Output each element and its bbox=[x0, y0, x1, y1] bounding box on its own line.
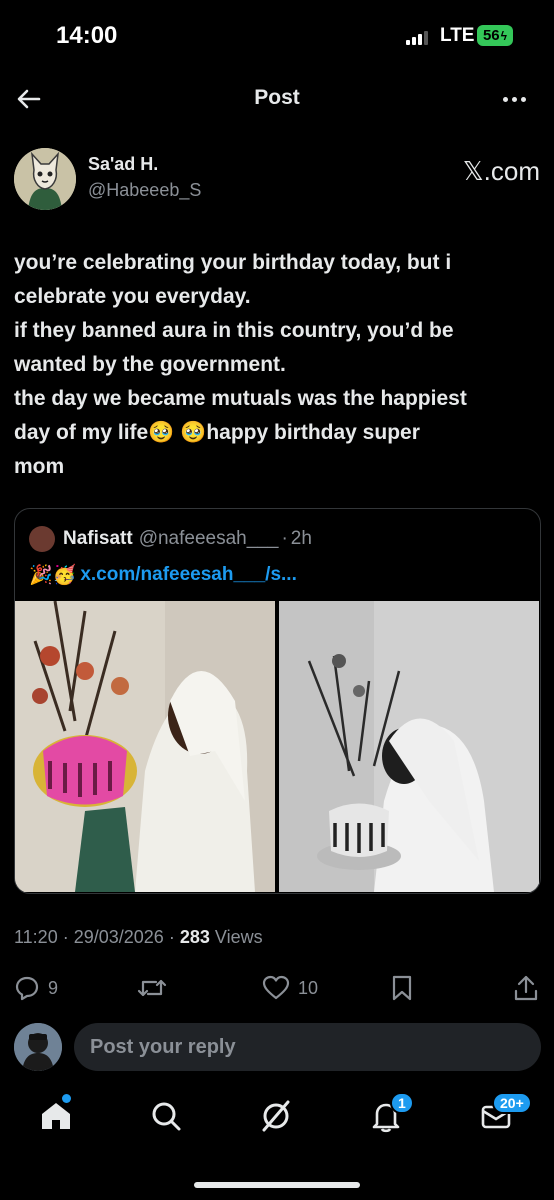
tab-home[interactable] bbox=[38, 1094, 74, 1134]
quoted-post-time: 2h bbox=[290, 528, 312, 549]
post-text: you’re celebrating your birthday today, … bbox=[14, 246, 544, 484]
like-button[interactable]: 10 bbox=[262, 974, 318, 1002]
photo-grayscale[interactable] bbox=[279, 601, 539, 892]
page-title: Post bbox=[254, 86, 300, 109]
battery-icon: 56 ϟ bbox=[477, 25, 513, 46]
post-text-line: wanted by the government. bbox=[14, 353, 286, 376]
author-avatar[interactable] bbox=[14, 148, 76, 210]
network-label: LTE bbox=[440, 25, 475, 46]
quoted-author-handle: @nafeeesah___ bbox=[138, 528, 279, 549]
signal-icon bbox=[406, 31, 428, 45]
home-unread-dot bbox=[62, 1094, 71, 1103]
quoted-post-header: Nafisatt @nafeeesah___ · 2h bbox=[29, 525, 312, 553]
quoted-media[interactable] bbox=[15, 601, 539, 892]
quoted-emoji: 🎉🥳 bbox=[29, 565, 77, 586]
notifications-badge: 1 bbox=[390, 1092, 414, 1114]
post-meta: 11:20 · 29/03/2026 · 283 Views bbox=[14, 927, 263, 947]
home-icon bbox=[42, 1103, 70, 1129]
share-button[interactable] bbox=[513, 974, 539, 1002]
top-nav: Post bbox=[0, 72, 554, 126]
more-options-button[interactable] bbox=[498, 84, 530, 114]
views-count: 283 bbox=[179, 927, 210, 947]
bottom-tab-bar: 1 20+ bbox=[0, 1088, 554, 1148]
reply-count: 9 bbox=[48, 977, 59, 998]
post-text-line: day of my life🥹 🥹happy birthday super bbox=[14, 421, 420, 444]
quoted-post-text: 🎉🥳 x.com/nafeeesah___/s... bbox=[29, 561, 297, 589]
reply-button[interactable]: 9 bbox=[14, 974, 58, 1002]
source-label: 𝕏.com bbox=[462, 156, 540, 186]
post-text-line: if they banned aura in this country, you… bbox=[14, 319, 454, 342]
quoted-link[interactable]: x.com/nafeeesah___/s... bbox=[80, 564, 297, 586]
quoted-post[interactable]: Nafisatt @nafeeesah___ · 2h 🎉🥳 x.com/naf… bbox=[14, 508, 541, 894]
post-author: Sa'ad H. @Habeeeb_S 𝕏.com bbox=[14, 148, 540, 210]
like-count: 10 bbox=[298, 977, 319, 998]
post-text-line: you’re celebrating your birthday today, … bbox=[14, 251, 452, 274]
comment-icon bbox=[15, 976, 39, 1001]
status-time: 14:00 bbox=[56, 22, 118, 49]
quoted-author-avatar bbox=[29, 526, 55, 552]
reply-input[interactable]: Post your reply bbox=[74, 1023, 541, 1071]
user-avatar[interactable] bbox=[14, 1023, 62, 1071]
home-indicator bbox=[194, 1182, 360, 1188]
ellipsis-icon bbox=[502, 96, 508, 102]
post-actions: 9 10 bbox=[0, 970, 554, 1006]
post-time: 11:20 bbox=[14, 927, 58, 947]
post-date: 29/03/2026 bbox=[73, 927, 164, 947]
post-text-line: the day we became mutuals was the happie… bbox=[14, 387, 467, 410]
bookmark-button[interactable] bbox=[390, 974, 414, 1002]
post-text-line: mom bbox=[14, 455, 65, 478]
tab-grok[interactable] bbox=[258, 1098, 294, 1134]
share-icon bbox=[514, 975, 538, 1001]
messages-badge: 20+ bbox=[492, 1092, 532, 1114]
battery-level: 56 bbox=[482, 27, 500, 44]
repost-button[interactable] bbox=[136, 974, 168, 1002]
search-icon bbox=[152, 1102, 181, 1131]
bookmark-icon bbox=[392, 975, 412, 1001]
views-label: Views bbox=[214, 927, 263, 947]
tab-search[interactable] bbox=[148, 1098, 184, 1134]
photo-color[interactable] bbox=[15, 601, 275, 892]
tab-notifications[interactable]: 1 bbox=[368, 1092, 414, 1134]
repost-icon bbox=[137, 979, 167, 997]
author-handle[interactable]: @Habeeeb_S bbox=[88, 180, 201, 201]
author-name[interactable]: Sa'ad H. bbox=[88, 154, 158, 175]
tab-messages[interactable]: 20+ bbox=[478, 1092, 532, 1134]
reply-composer: Post your reply bbox=[0, 1020, 554, 1076]
post-text-line: celebrate you everyday. bbox=[14, 285, 251, 308]
heart-icon bbox=[262, 975, 290, 1000]
status-bar: 14:00 LTE 56 ϟ bbox=[0, 0, 554, 72]
grok-icon bbox=[262, 1100, 290, 1132]
quoted-author-name: Nafisatt bbox=[63, 528, 133, 549]
